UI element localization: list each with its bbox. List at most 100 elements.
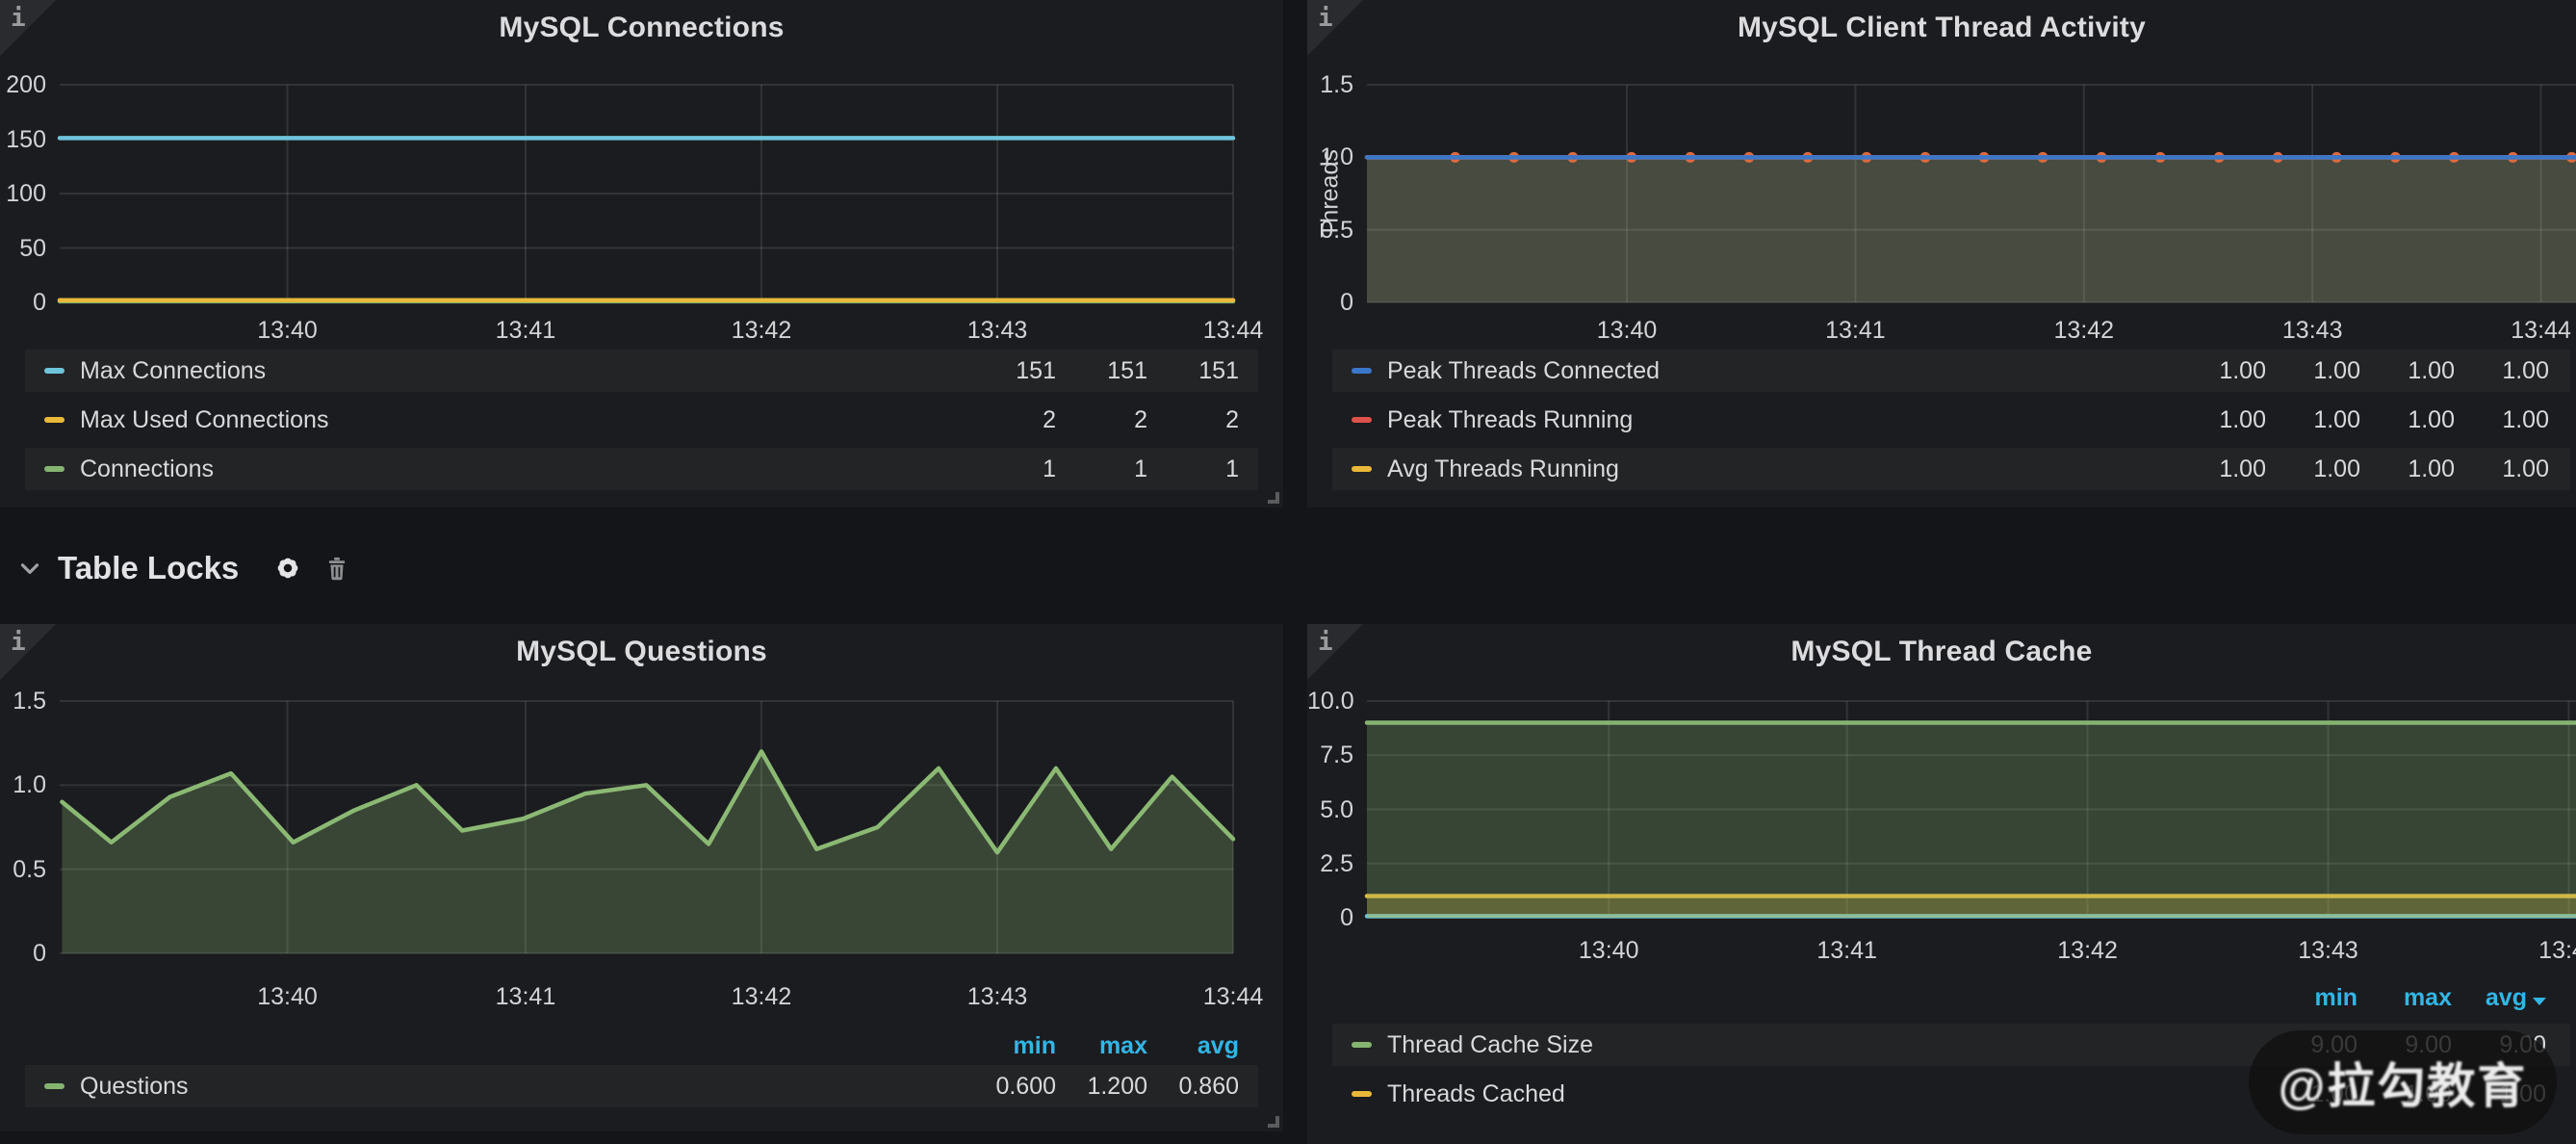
legend-label: Avg Threads Running	[1387, 455, 1619, 483]
legend-value: 1.00	[2455, 406, 2549, 434]
legend-value: 1.00	[2172, 357, 2266, 385]
legend-value: 1.00	[2266, 455, 2360, 483]
legend-sort-avg[interactable]: avg	[1147, 1032, 1239, 1060]
panel-mysql-thread-cache: i MySQL Thread Cache 10.07.55.02.5013:40…	[1307, 624, 2576, 1144]
legend-item[interactable]: Questions0.6001.2000.860	[25, 1065, 1258, 1107]
legend-sort-min[interactable]: min	[2263, 984, 2357, 1012]
chart-connections[interactable]	[60, 85, 1233, 302]
chart-questions[interactable]	[60, 701, 1233, 953]
legend-item[interactable]: Peak Threads Connected1.001.001.001.00	[1332, 350, 2570, 392]
legend-sort-avg[interactable]: avg	[2452, 984, 2546, 1012]
y-axis-tick: 10.0	[1307, 688, 1353, 715]
x-axis-tick: 13:40	[1541, 938, 1676, 963]
legend-value: 1.00	[2360, 357, 2455, 385]
panel-title[interactable]: MySQL Connections	[0, 12, 1283, 44]
gear-icon[interactable]	[273, 554, 302, 583]
y-axis-tick: 0	[0, 940, 46, 967]
legend-label: Peak Threads Connected	[1387, 357, 1660, 385]
x-axis-tick: 13:44	[1166, 318, 1301, 343]
chevron-down-icon[interactable]	[15, 554, 44, 583]
legend-value: 9.00	[2263, 1031, 2357, 1059]
y-axis-tick: 5.0	[1307, 796, 1353, 823]
x-axis-tick: 13:43	[930, 318, 1065, 343]
legend-label: Max Used Connections	[80, 406, 328, 434]
series-color-swatch	[1352, 1042, 1372, 1048]
legend-sort-max[interactable]: max	[2357, 984, 2452, 1012]
legend-item[interactable]: Avg Threads Running1.001.001.001.00	[1332, 448, 2570, 490]
legend-value: 1.00	[2455, 455, 2549, 483]
trash-icon[interactable]	[323, 555, 350, 582]
series-color-swatch	[44, 368, 64, 374]
legend-item[interactable]: Threads Cached1.001.001.00	[1332, 1073, 2570, 1115]
legend-header: minmaxavg	[1332, 984, 2570, 1011]
legend-item[interactable]: Max Connections151151151	[25, 350, 1258, 392]
legend-value: 2	[1056, 406, 1147, 434]
legend-value: 1.00	[2266, 357, 2360, 385]
panel-resize-handle[interactable]	[1266, 490, 1279, 504]
legend-item[interactable]: Connections111	[25, 448, 1258, 490]
x-axis-tick: 13:40	[219, 984, 354, 1009]
legend-value: 1.00	[2263, 1080, 2357, 1108]
legend-sort-max[interactable]: max	[1056, 1032, 1147, 1060]
legend-value: 151	[965, 357, 1056, 385]
legend-value: 0.860	[1147, 1073, 1239, 1101]
legend-value: 1	[1056, 455, 1147, 483]
panel-title[interactable]: MySQL Thread Cache	[1307, 636, 2576, 668]
panel-title[interactable]: MySQL Client Thread Activity	[1307, 12, 2576, 44]
legend-value: 1.00	[2266, 406, 2360, 434]
x-axis-tick: 13:41	[1788, 318, 1922, 343]
y-axis-tick: 1.5	[1307, 71, 1353, 98]
legend-item[interactable]: Thread Cache Size9.009.009.00	[1332, 1024, 2570, 1066]
sort-caret-icon	[2533, 998, 2546, 1005]
x-axis-tick: 13:43	[2261, 938, 2396, 963]
grafana-dashboard: { "row_header": { "title": "Table Locks"…	[0, 0, 2576, 1144]
y-axis-tick: 2.5	[1307, 850, 1353, 877]
panel-mysql-client-thread-activity: i MySQL Client Thread Activity 1.51.00.5…	[1307, 0, 2576, 507]
legend-label: Thread Cache Size	[1387, 1031, 1593, 1059]
panel-resize-handle[interactable]	[1266, 1114, 1279, 1128]
series-color-swatch	[44, 466, 64, 472]
legend-value: 1.00	[2357, 1080, 2452, 1108]
y-axis-tick: 200	[0, 71, 46, 98]
y-axis-label: Threads	[1317, 149, 1345, 238]
x-axis-tick: 13:42	[694, 318, 829, 343]
y-axis-tick: 1.0	[0, 771, 46, 798]
dashboard-row-table-locks: Table Locks	[0, 532, 1283, 605]
y-axis-tick: 0.5	[0, 856, 46, 883]
legend-item[interactable]: Max Used Connections222	[25, 399, 1258, 441]
x-axis-tick: 13:42	[2021, 938, 2155, 963]
y-axis-tick: 0	[1307, 289, 1353, 316]
series-color-swatch	[44, 1083, 64, 1089]
x-axis-tick: 13:40	[219, 318, 354, 343]
chart-thread_cache[interactable]	[1367, 701, 2576, 918]
panel-mysql-connections: i MySQL Connections 20015010050013:4013:…	[0, 0, 1283, 507]
legend-item[interactable]: Peak Threads Running1.001.001.001.00	[1332, 399, 2570, 441]
x-axis-tick: 13:42	[694, 984, 829, 1009]
x-axis-tick: 13:41	[458, 318, 593, 343]
row-title[interactable]: Table Locks	[58, 550, 239, 586]
legend-label: Max Connections	[80, 357, 266, 385]
legend-value: 1.00	[2455, 357, 2549, 385]
legend-value: 1.00	[2452, 1080, 2546, 1108]
x-axis-tick: 13:41	[458, 984, 593, 1009]
legend-value: 9.00	[2452, 1031, 2546, 1059]
legend-value: 9.00	[2357, 1031, 2452, 1059]
legend-value: 0.600	[965, 1073, 1056, 1101]
panel-title[interactable]: MySQL Questions	[0, 636, 1283, 668]
y-axis-tick: 150	[0, 126, 46, 153]
chart-thread_activity[interactable]	[1367, 85, 2576, 302]
x-axis-tick: 13:43	[930, 984, 1065, 1009]
series-color-swatch	[1352, 1091, 1372, 1097]
legend-value: 1.00	[2172, 406, 2266, 434]
series-color-swatch	[44, 417, 64, 423]
legend-value: 1.00	[2172, 455, 2266, 483]
legend-label: Peak Threads Running	[1387, 406, 1633, 434]
legend-value: 1.00	[2360, 455, 2455, 483]
legend-sort-min[interactable]: min	[965, 1032, 1056, 1060]
legend-value: 1.200	[1056, 1073, 1147, 1101]
legend-value: 1.00	[2360, 406, 2455, 434]
series-color-swatch	[1352, 417, 1372, 423]
legend-label: Threads Cached	[1387, 1080, 1565, 1108]
legend-value: 2	[1147, 406, 1239, 434]
x-axis-tick: 13:41	[1780, 938, 1915, 963]
